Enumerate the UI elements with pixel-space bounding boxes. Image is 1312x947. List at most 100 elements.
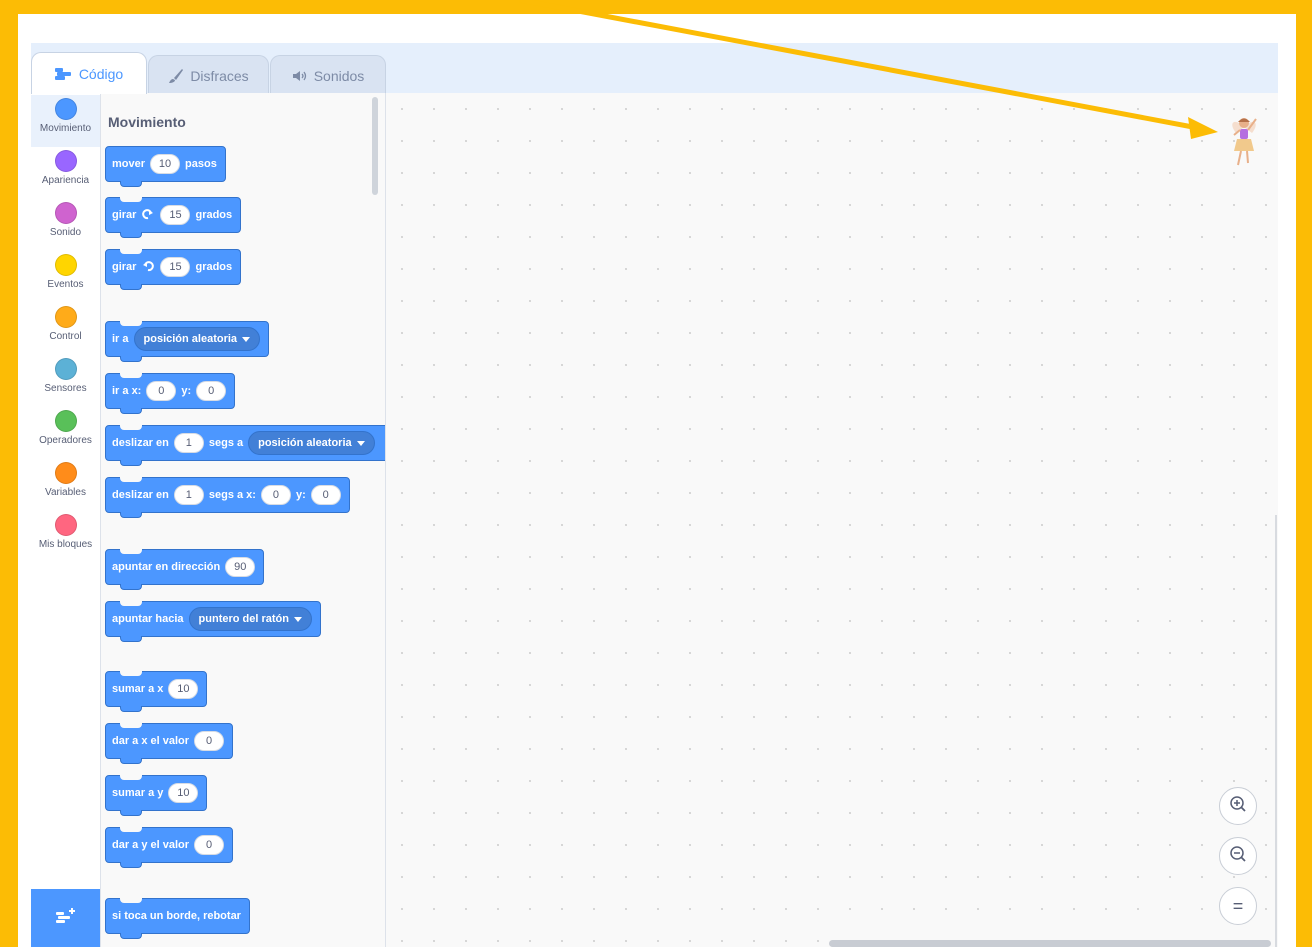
category-label: Mis bloques — [38, 539, 93, 550]
degrees-input[interactable]: 15 — [160, 205, 191, 225]
category-label: Control — [49, 331, 82, 342]
change-x-input[interactable]: 10 — [168, 679, 199, 699]
block-glide-to[interactable]: deslizar en 1 segs a posición aleatoria — [105, 425, 385, 466]
top-margin — [18, 14, 1296, 43]
block-bounce-on-edge[interactable]: si toca un borde, rebotar — [105, 898, 250, 939]
steps-input[interactable]: 10 — [150, 154, 181, 174]
script-area[interactable] — [386, 93, 1278, 947]
tab-sounds-label: Sonidos — [313, 67, 365, 84]
block-turn-left[interactable]: girar 15 grados — [105, 249, 242, 290]
block-change-y[interactable]: sumar a y 10 — [105, 775, 208, 816]
dropdown-value: posición aleatoria — [143, 333, 238, 345]
script-area-horizontal-scrollbar[interactable] — [829, 940, 1271, 947]
rotate-left-icon — [141, 260, 155, 275]
category-variables[interactable]: Variables — [31, 459, 100, 511]
palette-scrollbar[interactable] — [372, 97, 378, 195]
block-go-to[interactable]: ir a posición aleatoria — [105, 321, 270, 362]
right-edge — [1278, 43, 1296, 947]
category-sound[interactable]: Sonido — [31, 199, 100, 251]
motion-color-dot — [54, 98, 77, 120]
category-menu: Movimiento Apariencia Sonido Eventos Con… — [31, 93, 101, 947]
category-label: Movimiento — [39, 123, 92, 134]
tab-sounds[interactable]: Sonidos — [270, 55, 386, 95]
category-control[interactable]: Control — [31, 303, 100, 355]
sprite-fairy-icon — [1224, 113, 1264, 175]
block-text: grados — [195, 261, 233, 273]
block-text: y: — [181, 385, 192, 397]
editor-tab-bar: Código Disfraces Sonidos — [31, 43, 1278, 95]
block-change-x[interactable]: sumar a x 10 — [105, 671, 208, 712]
category-events[interactable]: Eventos — [31, 251, 100, 303]
zoom-reset-label: = — [1232, 895, 1244, 916]
operators-color-dot — [54, 410, 77, 432]
looks-color-dot — [54, 150, 77, 172]
block-text: dar a x el valor — [112, 735, 190, 747]
caret-down-icon — [356, 440, 365, 446]
category-sensing[interactable]: Sensores — [31, 355, 100, 407]
block-text: apuntar en dirección — [112, 561, 221, 573]
sensing-color-dot — [54, 358, 77, 380]
category-label: Eventos — [47, 279, 84, 290]
category-label: Operadores — [39, 435, 92, 446]
block-text: deslizar en — [112, 489, 169, 501]
category-label: Sonido — [49, 227, 82, 238]
block-text: dar a y el valor — [112, 839, 190, 851]
point-towards-dropdown[interactable]: puntero del ratón — [188, 607, 312, 631]
glide-target-dropdown[interactable]: posición aleatoria — [248, 431, 375, 455]
speaker-icon — [292, 70, 308, 82]
script-area-vertical-scrollbar[interactable] — [1275, 515, 1277, 947]
direction-input[interactable]: 90 — [225, 557, 256, 577]
block-text: deslizar en — [112, 437, 169, 449]
x-input[interactable]: 0 — [146, 381, 177, 401]
block-text: pasos — [185, 158, 217, 170]
add-extension-icon — [55, 907, 77, 930]
block-text: mover — [112, 158, 146, 170]
change-y-input[interactable]: 10 — [168, 783, 199, 803]
block-point-towards[interactable]: apuntar hacia puntero del ratón — [105, 601, 321, 642]
block-text: sumar a y — [112, 787, 164, 799]
palette-category-title: Movimiento — [108, 114, 186, 130]
y-input[interactable]: 0 — [196, 381, 227, 401]
block-move-steps[interactable]: mover 10 pasos — [105, 146, 226, 187]
block-glide-to-xy[interactable]: deslizar en 1 segs a x: 0 y: 0 — [105, 477, 350, 518]
dropdown-value: posición aleatoria — [258, 437, 352, 449]
x-input[interactable]: 0 — [260, 485, 291, 505]
brush-icon — [168, 68, 184, 84]
add-extension-button[interactable] — [31, 889, 100, 947]
block-text: ir a — [112, 333, 129, 345]
block-text: girar — [112, 209, 137, 221]
block-go-to-xy[interactable]: ir a x: 0 y: 0 — [105, 373, 236, 414]
block-text: y: — [295, 489, 306, 501]
category-my-blocks[interactable]: Mis bloques — [31, 511, 100, 563]
block-text: si toca un borde, rebotar — [112, 910, 241, 922]
category-operators[interactable]: Operadores — [31, 407, 100, 459]
zoom-in-button[interactable] — [1219, 787, 1257, 825]
category-looks[interactable]: Apariencia — [31, 147, 100, 199]
degrees-input[interactable]: 15 — [160, 257, 191, 277]
seconds-input[interactable]: 1 — [173, 485, 204, 505]
code-icon — [54, 67, 73, 80]
caret-down-icon — [242, 336, 251, 342]
variables-color-dot — [54, 462, 77, 484]
zoom-out-button[interactable] — [1219, 837, 1257, 875]
goto-target-dropdown[interactable]: posición aleatoria — [133, 327, 261, 351]
zoom-out-icon — [1229, 845, 1247, 868]
set-x-input[interactable]: 0 — [194, 731, 225, 751]
category-motion[interactable]: Movimiento — [31, 95, 100, 147]
block-turn-right[interactable]: girar 15 grados — [105, 197, 242, 238]
category-label: Variables — [45, 487, 86, 498]
block-text: sumar a x — [112, 683, 164, 695]
y-input[interactable]: 0 — [310, 485, 341, 505]
block-set-y[interactable]: dar a y el valor 0 — [105, 827, 234, 868]
block-set-x[interactable]: dar a x el valor 0 — [105, 723, 234, 764]
zoom-reset-button[interactable]: = — [1219, 887, 1257, 925]
block-text: girar — [112, 261, 137, 273]
seconds-input[interactable]: 1 — [173, 433, 204, 453]
block-point-in-direction[interactable]: apuntar en dirección 90 — [105, 549, 265, 590]
category-label: Apariencia — [41, 175, 90, 186]
dropdown-value: puntero del ratón — [198, 613, 289, 625]
tab-costumes[interactable]: Disfraces — [148, 55, 269, 95]
set-y-input[interactable]: 0 — [194, 835, 225, 855]
tab-code[interactable]: Código — [31, 52, 147, 94]
block-text: ir a x: — [112, 385, 142, 397]
